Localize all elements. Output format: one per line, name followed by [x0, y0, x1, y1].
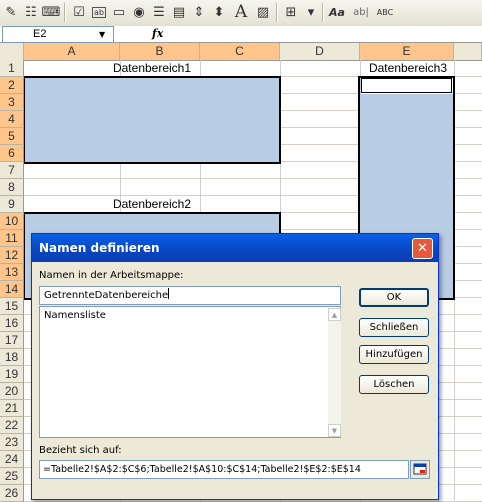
column-header-f[interactable] — [454, 43, 482, 60]
row-header-5[interactable]: 5 — [0, 128, 24, 145]
close-button[interactable]: Schließen — [359, 318, 429, 337]
radio-icon[interactable]: ◉ — [130, 3, 148, 21]
row-header-13[interactable]: 13 — [0, 264, 24, 281]
delete-button[interactable]: Löschen — [359, 375, 429, 394]
textfield-icon[interactable]: ab — [90, 3, 108, 21]
range-datenbereich1-border — [23, 76, 281, 164]
text-cursor — [168, 288, 170, 299]
listbox-icon[interactable]: ☰ — [150, 3, 168, 21]
row-header-26[interactable]: 26 — [0, 485, 24, 502]
list-item[interactable]: Namensliste — [44, 310, 106, 321]
row-header-21[interactable]: 21 — [0, 400, 24, 417]
formula-bar: E2 ▼ fx — [0, 26, 482, 43]
row-header-20[interactable]: 20 — [0, 383, 24, 400]
ok-button[interactable]: OK — [359, 288, 429, 307]
draw-icon[interactable]: ✎ — [2, 3, 20, 21]
row-header-10[interactable]: 10 — [0, 213, 24, 230]
combobox-icon[interactable]: ▤ — [170, 3, 188, 21]
row-header-15[interactable]: 15 — [0, 298, 24, 315]
row-header-12[interactable]: 12 — [0, 247, 24, 264]
active-cell-border — [361, 78, 452, 93]
row-header-1[interactable]: 1 — [0, 60, 24, 77]
row-header-2[interactable]: 2 — [0, 77, 24, 94]
scrollbar-icon[interactable]: ⇕ — [190, 3, 208, 21]
column-header-d[interactable]: D — [280, 43, 360, 60]
row-header-18[interactable]: 18 — [0, 349, 24, 366]
toolbar: ✎ ☷ ⌨ ☑ ab ▭ ◉ ☰ ▤ ⇕ ⬍ A ▨ ⊞ ▾ Aa ab| AB… — [0, 0, 482, 27]
row-header-23[interactable]: 23 — [0, 434, 24, 451]
row-header-6[interactable]: 6 — [0, 145, 24, 162]
text-format-icon[interactable]: Aa — [328, 3, 346, 21]
names-in-workbook-label: Namen in der Arbeitsmappe: — [39, 270, 184, 281]
names-listbox[interactable]: Namensliste ▲ ▼ — [39, 306, 341, 438]
column-header-e[interactable]: E — [360, 43, 454, 60]
name-input-value: GetrennteDatenbereiche — [44, 290, 169, 301]
column-header-b[interactable]: B — [120, 43, 200, 60]
code-icon[interactable]: ⌨ — [42, 3, 61, 21]
cell-e1-label[interactable]: Datenbereich3 — [358, 60, 458, 77]
row-header-7[interactable]: 7 — [0, 162, 24, 179]
refers-to-input[interactable]: =Tabelle2!$A$2:$C$6;Tabelle2!$A$10:$C$14… — [39, 460, 409, 479]
dialog-title-bar[interactable]: Namen definieren ✕ — [32, 234, 438, 262]
more-icon[interactable]: ▾ — [302, 3, 320, 21]
listbox-scrollbar[interactable]: ▲ ▼ — [328, 308, 341, 437]
collapse-dialog-button[interactable] — [410, 460, 430, 479]
row-header-14[interactable]: 14 — [0, 281, 24, 298]
row-header-8[interactable]: 8 — [0, 179, 24, 196]
fx-icon[interactable]: fx — [152, 26, 163, 41]
label-icon[interactable]: A — [232, 2, 250, 22]
chevron-down-icon[interactable]: ▼ — [99, 27, 105, 42]
row-header-9[interactable]: 9 — [0, 196, 24, 213]
row-header-3[interactable]: 3 — [0, 94, 24, 111]
collapse-dialog-icon — [413, 463, 427, 475]
refers-to-label: Bezieht sich auf: — [39, 445, 122, 456]
column-header-c[interactable]: C — [200, 43, 280, 60]
row-header-4[interactable]: 4 — [0, 111, 24, 128]
column-header-bar: A B C D E — [0, 43, 482, 61]
name-box[interactable]: E2 ▼ — [2, 26, 114, 43]
row-header-25[interactable]: 25 — [0, 468, 24, 485]
image-icon[interactable]: ▨ — [254, 3, 272, 21]
column-header-a[interactable]: A — [24, 43, 120, 60]
select-all-corner[interactable] — [0, 43, 24, 60]
row-header-11[interactable]: 11 — [0, 230, 24, 247]
checkbox-icon[interactable]: ☑ — [70, 3, 88, 21]
row-header-19[interactable]: 19 — [0, 366, 24, 383]
row-header-24[interactable]: 24 — [0, 451, 24, 468]
properties-icon[interactable]: ☷ — [22, 3, 40, 21]
define-names-dialog: Namen definieren ✕ Namen in der Arbeitsm… — [31, 233, 439, 500]
toggle-grid-icon[interactable]: ⊞ — [282, 3, 300, 21]
scroll-down-icon[interactable]: ▼ — [328, 424, 341, 437]
add-button[interactable]: Hinzufügen — [359, 345, 429, 364]
scroll-up-icon[interactable]: ▲ — [328, 308, 341, 321]
dialog-title: Namen definieren — [39, 241, 160, 255]
name-input[interactable]: GetrennteDatenbereiche — [39, 286, 341, 305]
row-header-22[interactable]: 22 — [0, 417, 24, 434]
close-icon[interactable]: ✕ — [412, 238, 433, 259]
cell-a1-label[interactable]: Datenbereich1 — [24, 60, 280, 77]
spinner-icon[interactable]: ⬍ — [210, 3, 228, 21]
text-style-icon[interactable]: ab| — [352, 3, 370, 21]
spelling-icon[interactable]: ABC — [376, 3, 394, 21]
name-box-value: E2 — [33, 28, 47, 40]
row-header-16[interactable]: 16 — [0, 315, 24, 332]
row-header-17[interactable]: 17 — [0, 332, 24, 349]
button-icon[interactable]: ▭ — [110, 3, 128, 21]
cell-a9-label[interactable]: Datenbereich2 — [24, 196, 280, 213]
